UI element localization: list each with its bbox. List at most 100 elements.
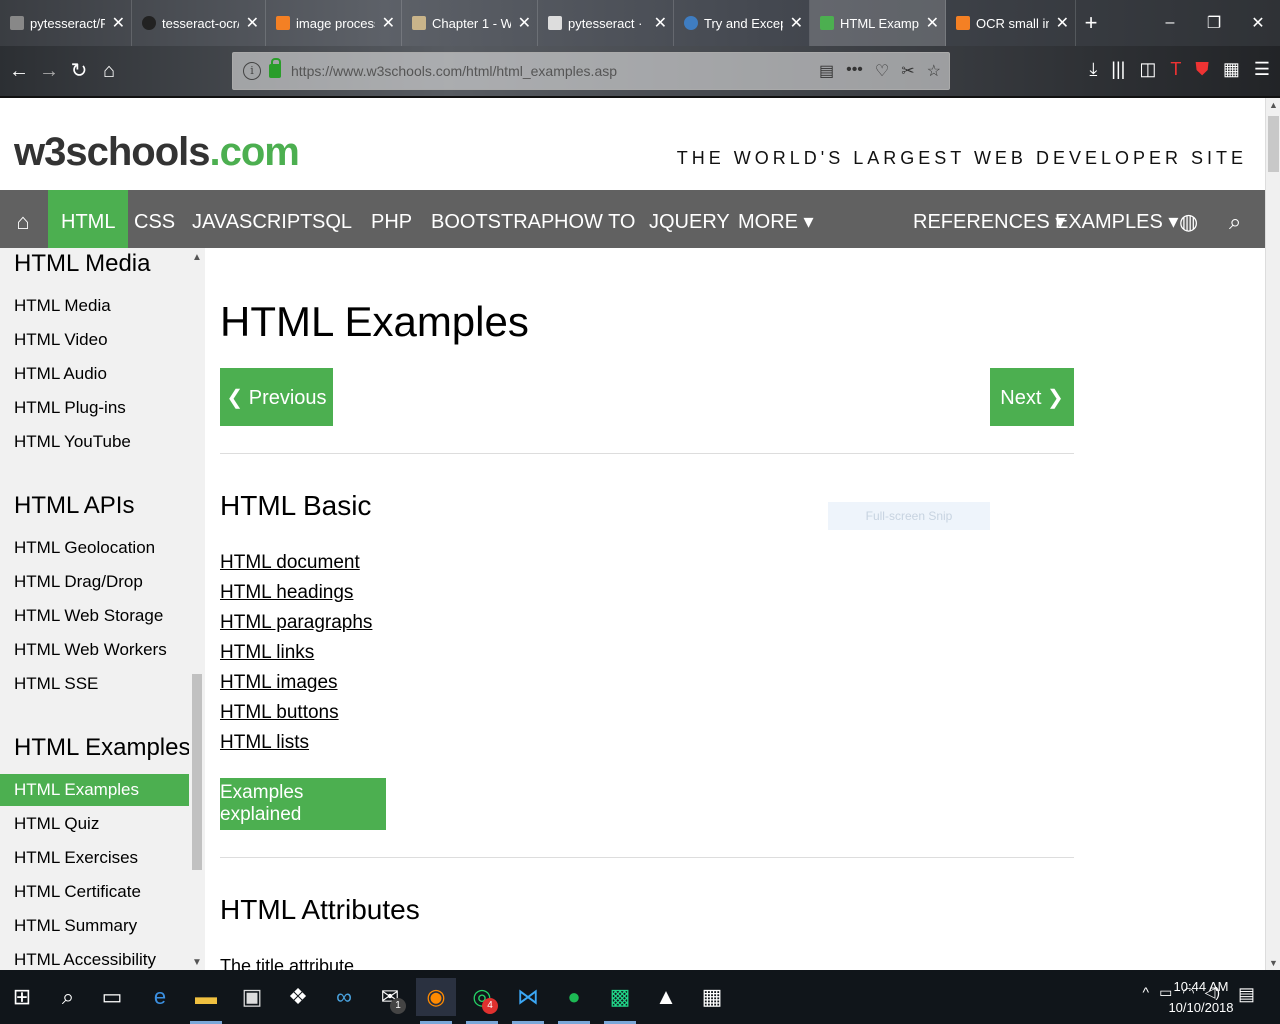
page-scroll-thumb[interactable] — [1268, 116, 1279, 172]
restore-button[interactable]: ❐ — [1192, 0, 1236, 46]
new-tab-button[interactable]: + — [1076, 0, 1106, 46]
search-icon[interactable]: ⌕ — [1216, 190, 1254, 248]
cut-off-text[interactable]: The title attribute — [220, 956, 354, 970]
pocket-icon[interactable]: ♡ — [875, 61, 889, 81]
browser-tab[interactable]: image processi ✕ — [266, 0, 402, 46]
browser-tab[interactable]: Chapter 1 - Wa ✕ — [402, 0, 538, 46]
sidebar-item-html-drag-drop[interactable]: HTML Drag/Drop — [14, 572, 143, 592]
spotify-icon[interactable]: ● — [554, 978, 594, 1024]
tab-close-icon[interactable]: ✕ — [790, 13, 803, 33]
back-icon[interactable]: ← — [6, 58, 32, 84]
notification-center-icon[interactable]: ▤ — [1238, 984, 1255, 1005]
tab-close-icon[interactable]: ✕ — [112, 13, 125, 33]
sidebar-scrollbar[interactable]: ▲ ▼ — [189, 248, 205, 970]
sidebar-item-html-accessibility[interactable]: HTML Accessibility — [14, 950, 156, 970]
link-html-headings[interactable]: HTML headings — [220, 582, 353, 604]
minimize-button[interactable]: – — [1148, 0, 1192, 46]
sidebar-toggle-icon[interactable]: ◫ — [1139, 59, 1156, 80]
reader-view-icon[interactable]: ▤ — [819, 61, 834, 81]
task-view-icon[interactable]: ▭ — [92, 978, 132, 1016]
forward-icon[interactable]: → — [36, 58, 62, 84]
nav-how-to[interactable]: HOW TO — [541, 190, 648, 248]
vscode-icon[interactable]: ⋈ — [508, 978, 548, 1024]
browser-tab[interactable]: Try and Except ✕ — [674, 0, 810, 46]
nav-more[interactable]: MORE ▾ — [725, 190, 827, 248]
browser-tab[interactable]: pytesseract/RE ✕ — [0, 0, 132, 46]
menu-icon[interactable]: ☰ — [1254, 59, 1270, 80]
infinity-icon[interactable]: ∞ — [324, 978, 364, 1016]
sidebar-item-html-video[interactable]: HTML Video — [14, 330, 108, 350]
ublock-icon[interactable]: ⛊ — [1195, 59, 1209, 80]
tab-close-icon[interactable]: ✕ — [1056, 13, 1069, 33]
previous-button[interactable]: ❮ Previous — [220, 368, 333, 426]
site-info-icon[interactable]: i — [243, 62, 261, 80]
link-html-links[interactable]: HTML links — [220, 642, 314, 664]
file-explorer-icon[interactable]: ▬ — [186, 978, 226, 1024]
scroll-up-icon[interactable]: ▲ — [192, 252, 202, 263]
scroll-down-icon[interactable]: ▼ — [1266, 958, 1280, 968]
sidebar-item-html-quiz[interactable]: HTML Quiz — [14, 814, 99, 834]
taskbar-clock[interactable]: 10:44 AM 10/10/2018 — [1168, 976, 1234, 1018]
nav-php[interactable]: PHP — [358, 190, 425, 248]
link-html-lists[interactable]: HTML lists — [220, 732, 309, 754]
whatsapp-icon[interactable]: ◎ 4 — [462, 978, 502, 1024]
scroll-up-icon[interactable]: ▲ — [1266, 100, 1280, 110]
extensions-icon[interactable]: ▦ — [1223, 59, 1240, 80]
sidebar-item-html-plug-ins[interactable]: HTML Plug-ins — [14, 398, 126, 418]
firefox-icon[interactable]: ◉ — [416, 978, 456, 1024]
sidebar-item-html-sse[interactable]: HTML SSE — [14, 674, 98, 694]
calculator-icon[interactable]: ▦ — [692, 978, 732, 1016]
link-html-images[interactable]: HTML images — [220, 672, 338, 694]
link-html-buttons[interactable]: HTML buttons — [220, 702, 339, 724]
browser-tab[interactable]: tesseract-ocr/te ✕ — [132, 0, 266, 46]
next-button[interactable]: Next ❯ — [990, 368, 1074, 426]
sidebar-item-html-audio[interactable]: HTML Audio — [14, 364, 107, 384]
tab-close-icon[interactable]: ✕ — [654, 13, 667, 33]
sidebar-item-html-web-workers[interactable]: HTML Web Workers — [14, 640, 167, 660]
nav-sql[interactable]: SQL — [299, 190, 365, 248]
tab-close-icon[interactable]: ✕ — [382, 13, 395, 33]
page-actions-icon[interactable]: ••• — [846, 61, 863, 81]
home-icon[interactable]: ⌂ — [0, 190, 46, 248]
sidebar-item-html-summary[interactable]: HTML Summary — [14, 916, 137, 936]
downloads-icon[interactable]: ⤓ — [1089, 59, 1097, 80]
library-icon[interactable]: ||| — [1111, 59, 1125, 80]
sidebar-item-html-geolocation[interactable]: HTML Geolocation — [14, 538, 155, 558]
address-bar[interactable]: i ▤ ••• ♡ ✂ ☆ — [232, 52, 950, 90]
link-html-document[interactable]: HTML document — [220, 552, 360, 574]
sidebar-item-html-youtube[interactable]: HTML YouTube — [14, 432, 131, 452]
search-icon[interactable]: ⌕ — [48, 978, 88, 1016]
mail-icon[interactable]: ✉ 1 — [370, 978, 410, 1016]
examples-explained-button[interactable]: Examples explained — [220, 778, 386, 830]
link-html-paragraphs[interactable]: HTML paragraphs — [220, 612, 372, 634]
url-input[interactable] — [291, 63, 791, 79]
browser-tab-active[interactable]: HTML Examples ✕ — [810, 0, 946, 46]
chevron-up-icon[interactable]: ^ — [1143, 984, 1150, 1001]
tab-close-icon[interactable]: ✕ — [926, 13, 939, 33]
edge-icon[interactable]: e — [140, 978, 180, 1016]
pycharm-icon[interactable]: ▩ — [600, 978, 640, 1024]
windows-start-icon[interactable]: ⊞ — [2, 978, 42, 1016]
screenshot-icon[interactable]: ✂ — [901, 61, 914, 81]
sidebar-item-html-exercises[interactable]: HTML Exercises — [14, 848, 138, 868]
tab-close-icon[interactable]: ✕ — [518, 13, 531, 33]
nav-html[interactable]: HTML — [48, 190, 129, 248]
close-window-button[interactable]: ✕ — [1236, 0, 1280, 46]
site-logo[interactable]: w3schools.com — [14, 130, 300, 175]
home-icon[interactable]: ⌂ — [96, 58, 122, 84]
photos-icon[interactable]: ▲ — [646, 978, 686, 1016]
globe-icon[interactable]: ◍ — [1166, 190, 1211, 248]
sidebar-item-html-certificate[interactable]: HTML Certificate — [14, 882, 141, 902]
sidebar-item-html-examples[interactable]: HTML Examples — [0, 774, 189, 806]
page-scrollbar[interactable]: ▲ ▼ — [1265, 98, 1280, 970]
reload-icon[interactable]: ↻ — [66, 58, 92, 84]
dropbox-icon[interactable]: ❖ — [278, 978, 318, 1016]
scroll-down-icon[interactable]: ▼ — [192, 957, 202, 968]
tab-close-icon[interactable]: ✕ — [246, 13, 259, 33]
sidebar-scroll-thumb[interactable] — [192, 674, 202, 870]
extension-t-icon[interactable]: T — [1170, 59, 1181, 80]
bookmark-star-icon[interactable]: ☆ — [927, 61, 941, 81]
browser-tab[interactable]: pytesseract · Py ✕ — [538, 0, 674, 46]
sidebar-item-html-media[interactable]: HTML Media — [14, 296, 111, 316]
store-icon[interactable]: ▣ — [232, 978, 272, 1016]
